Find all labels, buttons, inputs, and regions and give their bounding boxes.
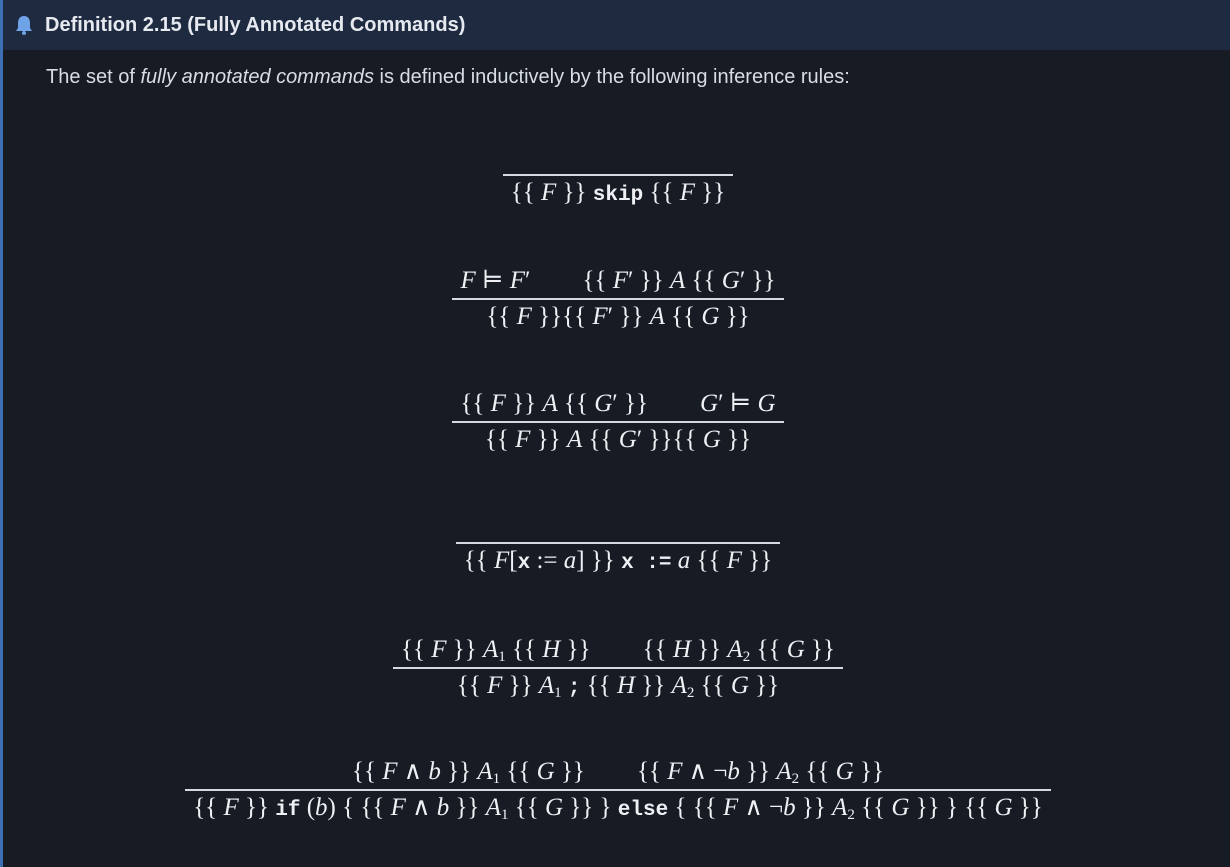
rule-assign-conclusion: {{ F[x := a] }} x := a {{ F }} [463,546,773,575]
rule-weaken-premises: {{ F }} A {{ G′ }} G′ ⊨ G [460,390,776,417]
rule-if-premises: {{ F ∧ b }} A1 {{ G }}{{ F ∧ ¬b }} A2 {{… [352,758,884,787]
definition-title: Definition 2.15 (Fully Annotated Command… [45,13,466,36]
rule-strengthen-premises: F ⊨ F′{{ F′ }} A {{ G′ }} [460,267,776,294]
rule-weaken-conclusion: {{ F }} A {{ G′ }}{{ G }} [484,425,752,453]
rule-seq: {{ F }} A1 {{ H }}{{ H }} A2 {{ G }} {{ … [3,633,1230,706]
rule-skip: {{ F }} skip {{ F }} [3,140,1230,213]
rule-assign: {{ F[x := a] }} x := a {{ F }} [3,508,1230,581]
definition-intro: The set of fully annotated commands is d… [46,66,850,89]
rule-if-conclusion: {{ F }} if (b) { {{ F ∧ b }} A1 {{ G }} … [193,793,1043,823]
rule-weaken: {{ F }} A {{ G′ }} G′ ⊨ G {{ F }} A {{ G′… [3,387,1230,457]
rule-seq-conclusion: {{ F }} A1 ; {{ H }} A2 {{ G }} [456,671,780,701]
intro-emphasis: fully annotated commands [140,66,374,88]
definition-card: Definition 2.15 (Fully Annotated Command… [0,0,1230,867]
intro-suffix: is defined inductively by the following … [373,66,850,88]
rule-skip-premise [610,140,626,174]
bell-icon [13,14,35,36]
rule-assign-premise [610,508,626,542]
rule-strengthen: F ⊨ F′{{ F′ }} A {{ G′ }} {{ F }}{{ F′ }… [3,264,1230,334]
rule-strengthen-conclusion: {{ F }}{{ F′ }} A {{ G }} [486,302,750,330]
definition-header: Definition 2.15 (Fully Annotated Command… [3,0,1230,50]
intro-prefix: The set of [46,66,141,88]
rule-seq-premises: {{ F }} A1 {{ H }}{{ H }} A2 {{ G }} [400,636,836,665]
rule-if: {{ F ∧ b }} A1 {{ G }}{{ F ∧ ¬b }} A2 {{… [3,755,1230,828]
rule-skip-conclusion: {{ F }} skip {{ F }} [510,178,726,207]
